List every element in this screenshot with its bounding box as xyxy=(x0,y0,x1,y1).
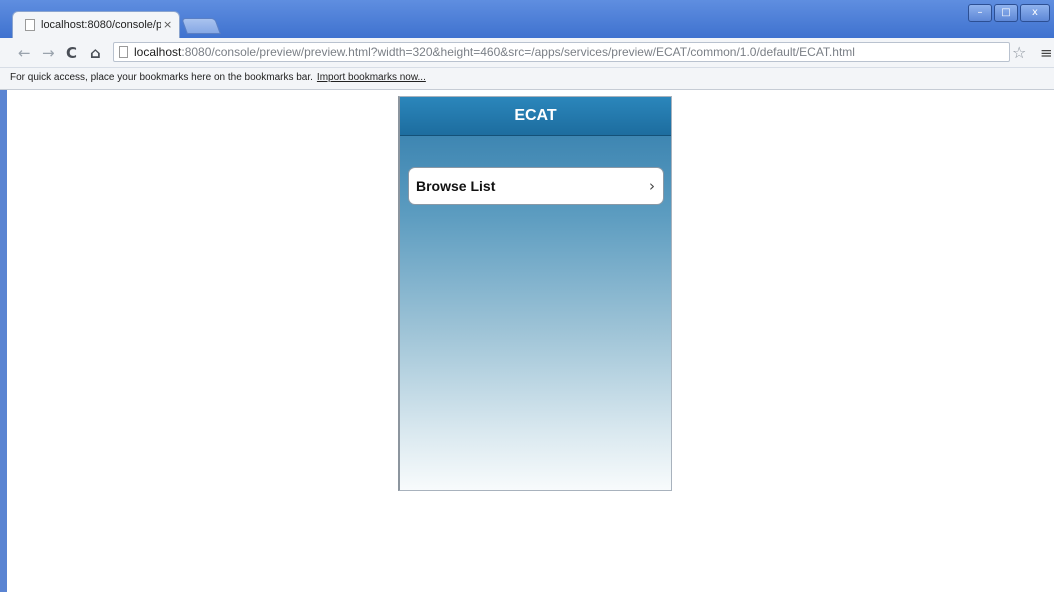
app-title: ECAT xyxy=(514,107,557,124)
page-icon xyxy=(119,46,128,58)
minimize-button[interactable]: – xyxy=(968,4,992,22)
bookmarks-message: For quick access, place your bookmarks h… xyxy=(10,72,426,83)
back-icon[interactable]: ← xyxy=(18,44,31,62)
url-path: :8080/console/preview/preview.html?width… xyxy=(181,45,855,59)
forward-icon[interactable]: → xyxy=(42,44,55,62)
address-url[interactable]: localhost:8080/console/preview/preview.h… xyxy=(134,45,855,59)
mobile-preview: ECAT Browse List › xyxy=(398,96,672,491)
import-bookmarks-link[interactable]: Import bookmarks now... xyxy=(317,72,426,83)
bookmarks-hint: For quick access, place your bookmarks h… xyxy=(10,72,313,83)
new-tab-button[interactable] xyxy=(181,18,221,34)
address-bar[interactable]: localhost:8080/console/preview/preview.h… xyxy=(113,42,1010,62)
home-icon[interactable]: ⌂ xyxy=(90,44,101,62)
title-bar: localhost:8080/console/previ × – □ x xyxy=(0,0,1054,38)
bookmark-star-icon[interactable]: ☆ xyxy=(1012,43,1026,62)
menu-icon[interactable]: ≡ xyxy=(1040,44,1053,62)
window-controls: – □ x xyxy=(968,4,1050,22)
chevron-right-icon: › xyxy=(649,177,655,195)
page-icon xyxy=(25,19,35,31)
close-window-button[interactable]: x xyxy=(1020,4,1050,22)
page-content: ECAT Browse List › xyxy=(7,90,1054,592)
browse-list-item[interactable]: Browse List › xyxy=(408,167,664,205)
tab-title: localhost:8080/console/previ xyxy=(41,19,161,31)
browser-toolbar: ← → C ⌂ localhost:8080/console/preview/p… xyxy=(0,38,1054,68)
list-item-label: Browse List xyxy=(416,178,496,194)
app-header: ECAT xyxy=(400,97,671,136)
url-host: localhost xyxy=(134,45,182,59)
reload-icon[interactable]: C xyxy=(66,44,77,62)
maximize-button[interactable]: □ xyxy=(994,4,1018,22)
browser-tab[interactable]: localhost:8080/console/previ × xyxy=(12,11,180,38)
bookmarks-bar: For quick access, place your bookmarks h… xyxy=(0,68,1054,90)
tab-close-icon[interactable]: × xyxy=(163,18,172,31)
